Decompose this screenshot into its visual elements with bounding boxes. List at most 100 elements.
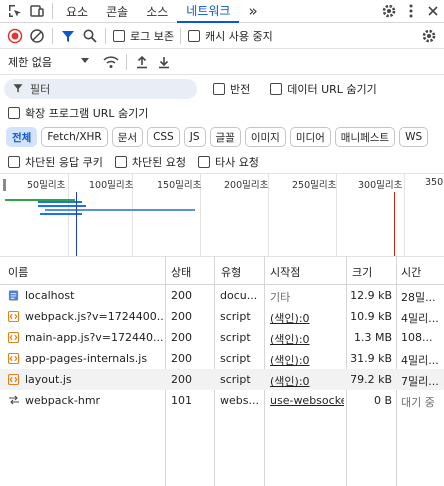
devtools-tabbar: 요소 콘솔 소스 네트워크 » — [0, 0, 444, 23]
filter-input[interactable]: 필터 — [4, 79, 197, 99]
timeline-overview[interactable]: 50밀리초 100밀리초 150밀리초 200밀리초 250밀리초 300밀리초… — [0, 173, 444, 257]
dom-content-loaded-marker — [76, 192, 77, 256]
divider — [179, 27, 181, 44]
request-type: script — [220, 331, 251, 344]
inspect-element-icon[interactable] — [4, 0, 26, 22]
request-initiator-link[interactable]: (색인):0 — [270, 373, 344, 389]
timeline-scroll-handle[interactable] — [3, 179, 6, 191]
third-party-checkbox[interactable] — [197, 156, 210, 168]
request-initiator-link[interactable]: (색인):0 — [270, 352, 344, 368]
column-size-header[interactable]: 크기 — [352, 264, 372, 280]
timeline-tick-label: 100밀리초 — [89, 180, 134, 191]
request-name: app-pages-internals.js — [25, 352, 148, 365]
column-name-header[interactable]: 이름 — [8, 264, 28, 280]
script-icon — [8, 353, 19, 367]
waterfall-bar-script — [45, 209, 195, 211]
load-event-marker — [394, 192, 395, 256]
request-name: localhost — [25, 289, 75, 302]
websocket-icon — [8, 394, 20, 409]
chip-font[interactable]: 글꼴 — [209, 127, 241, 147]
clear-icon[interactable] — [26, 25, 48, 47]
network-settings-icon[interactable] — [418, 25, 440, 47]
blocked-cookies-label: 차단된 응답 쿠키 — [25, 156, 103, 169]
request-name: webpack-hmr — [25, 394, 101, 407]
request-time: 4밀리... — [401, 312, 439, 325]
chip-ws[interactable]: WS — [399, 127, 429, 147]
timeline-gridline — [68, 174, 69, 256]
request-status: 200 — [171, 289, 192, 302]
network-conditions-icon[interactable] — [100, 51, 122, 73]
column-type-header[interactable]: 유형 — [221, 264, 241, 280]
close-icon[interactable] — [422, 0, 444, 22]
blocked-cookies-checkbox[interactable] — [8, 156, 20, 168]
request-status: 200 — [171, 352, 192, 365]
chip-img[interactable]: 이미지 — [244, 127, 286, 147]
column-status-header[interactable]: 상태 — [171, 264, 191, 280]
timeline-tick-label: 250밀리초 — [292, 180, 337, 191]
table-row[interactable]: app-pages-internals.js 200 script (색인):0… — [0, 348, 444, 369]
tab-elements[interactable]: 요소 — [57, 0, 97, 23]
table-row[interactable]: webpack.js?v=1724400... 200 script (색인):… — [0, 306, 444, 327]
chevron-down-icon[interactable] — [80, 55, 90, 68]
import-har-icon[interactable] — [131, 51, 153, 73]
hide-data-urls-checkbox[interactable] — [270, 83, 283, 95]
request-table-body: localhost 200 docu... 기타 12.9 kB 28밀... … — [0, 285, 444, 411]
request-name: layout.js — [25, 373, 72, 386]
request-time: 108... — [401, 331, 433, 344]
record-stop-icon[interactable] — [4, 25, 26, 47]
hide-extension-urls-checkbox[interactable] — [8, 107, 20, 119]
chip-all[interactable]: 전체 — [6, 127, 38, 147]
request-type: script — [220, 310, 251, 323]
chip-media[interactable]: 미디어 — [289, 127, 331, 147]
preserve-log-checkbox[interactable] — [113, 29, 125, 42]
throttle-toolbar: 제한 없음 — [0, 49, 444, 75]
timeline-tick-label: 200밀리초 — [224, 180, 269, 191]
kebab-menu-icon[interactable] — [400, 0, 422, 22]
tab-network[interactable]: 네트워크 — [177, 0, 240, 23]
chip-css[interactable]: CSS — [147, 127, 180, 147]
table-row[interactable]: main-app.js?v=172440... 200 script (색인):… — [0, 327, 444, 348]
chip-doc[interactable]: 문서 — [111, 127, 144, 147]
table-row[interactable]: webpack-hmr 101 webs... use-websocke 0 B… — [0, 390, 444, 411]
table-row[interactable]: localhost 200 docu... 기타 12.9 kB 28밀... — [0, 285, 444, 306]
tab-console[interactable]: 콘솔 — [97, 0, 137, 23]
table-row[interactable]: layout.js 200 script (색인):0 79.2 kB 7밀리.… — [0, 369, 444, 390]
invert-label: 반전 — [230, 83, 251, 96]
request-type: script — [220, 352, 251, 365]
divider — [52, 27, 53, 44]
request-table-header: 이름 상태 유형 시작점 크기 시간 — [0, 257, 444, 285]
request-initiator-link[interactable]: use-websocke — [270, 394, 344, 407]
column-time-header[interactable]: 시간 — [401, 264, 421, 280]
chip-fetch-xhr[interactable]: Fetch/XHR — [41, 127, 108, 147]
request-name: webpack.js?v=1724400... — [25, 310, 165, 323]
settings-icon[interactable] — [378, 0, 400, 22]
preserve-log-label: 로그 보존 — [130, 29, 174, 43]
timeline-tick-label: 350 — [425, 177, 444, 188]
tab-sources[interactable]: 소스 — [137, 0, 177, 23]
invert-checkbox[interactable] — [213, 83, 225, 95]
request-size: 0 B — [373, 394, 392, 407]
request-time: 28밀... — [401, 291, 436, 304]
throttle-select[interactable]: 제한 없음 — [8, 54, 80, 70]
request-status: 200 — [171, 310, 192, 323]
disable-cache-checkbox[interactable] — [187, 29, 200, 42]
request-initiator-link[interactable]: (색인):0 — [270, 331, 344, 347]
chip-manifest[interactable]: 매니페스트 — [334, 127, 396, 147]
document-icon — [8, 290, 19, 304]
request-time: 4밀리... — [401, 354, 439, 367]
request-status: 101 — [171, 394, 192, 407]
more-tabs-button[interactable]: » — [239, 0, 266, 23]
filter-funnel-icon[interactable] — [57, 25, 79, 47]
chip-js[interactable]: JS — [183, 127, 206, 147]
blocking-filters-row: 차단된 응답 쿠키 차단된 요청 타사 요청 — [0, 151, 444, 173]
request-time: 대기 중 — [401, 396, 435, 409]
export-har-icon[interactable] — [153, 51, 175, 73]
column-initiator-header[interactable]: 시작점 — [270, 264, 300, 280]
request-initiator-link[interactable]: (색인):0 — [270, 310, 344, 326]
blocked-requests-checkbox[interactable] — [114, 156, 127, 168]
resource-type-chips: 전체 Fetch/XHR 문서 CSS JS 글꼴 이미지 미디어 매니페스트 … — [0, 123, 444, 151]
search-icon[interactable] — [79, 25, 101, 47]
request-size: 1.3 MB — [353, 331, 392, 344]
device-toolbar-icon[interactable] — [26, 0, 48, 22]
script-icon — [8, 332, 19, 346]
